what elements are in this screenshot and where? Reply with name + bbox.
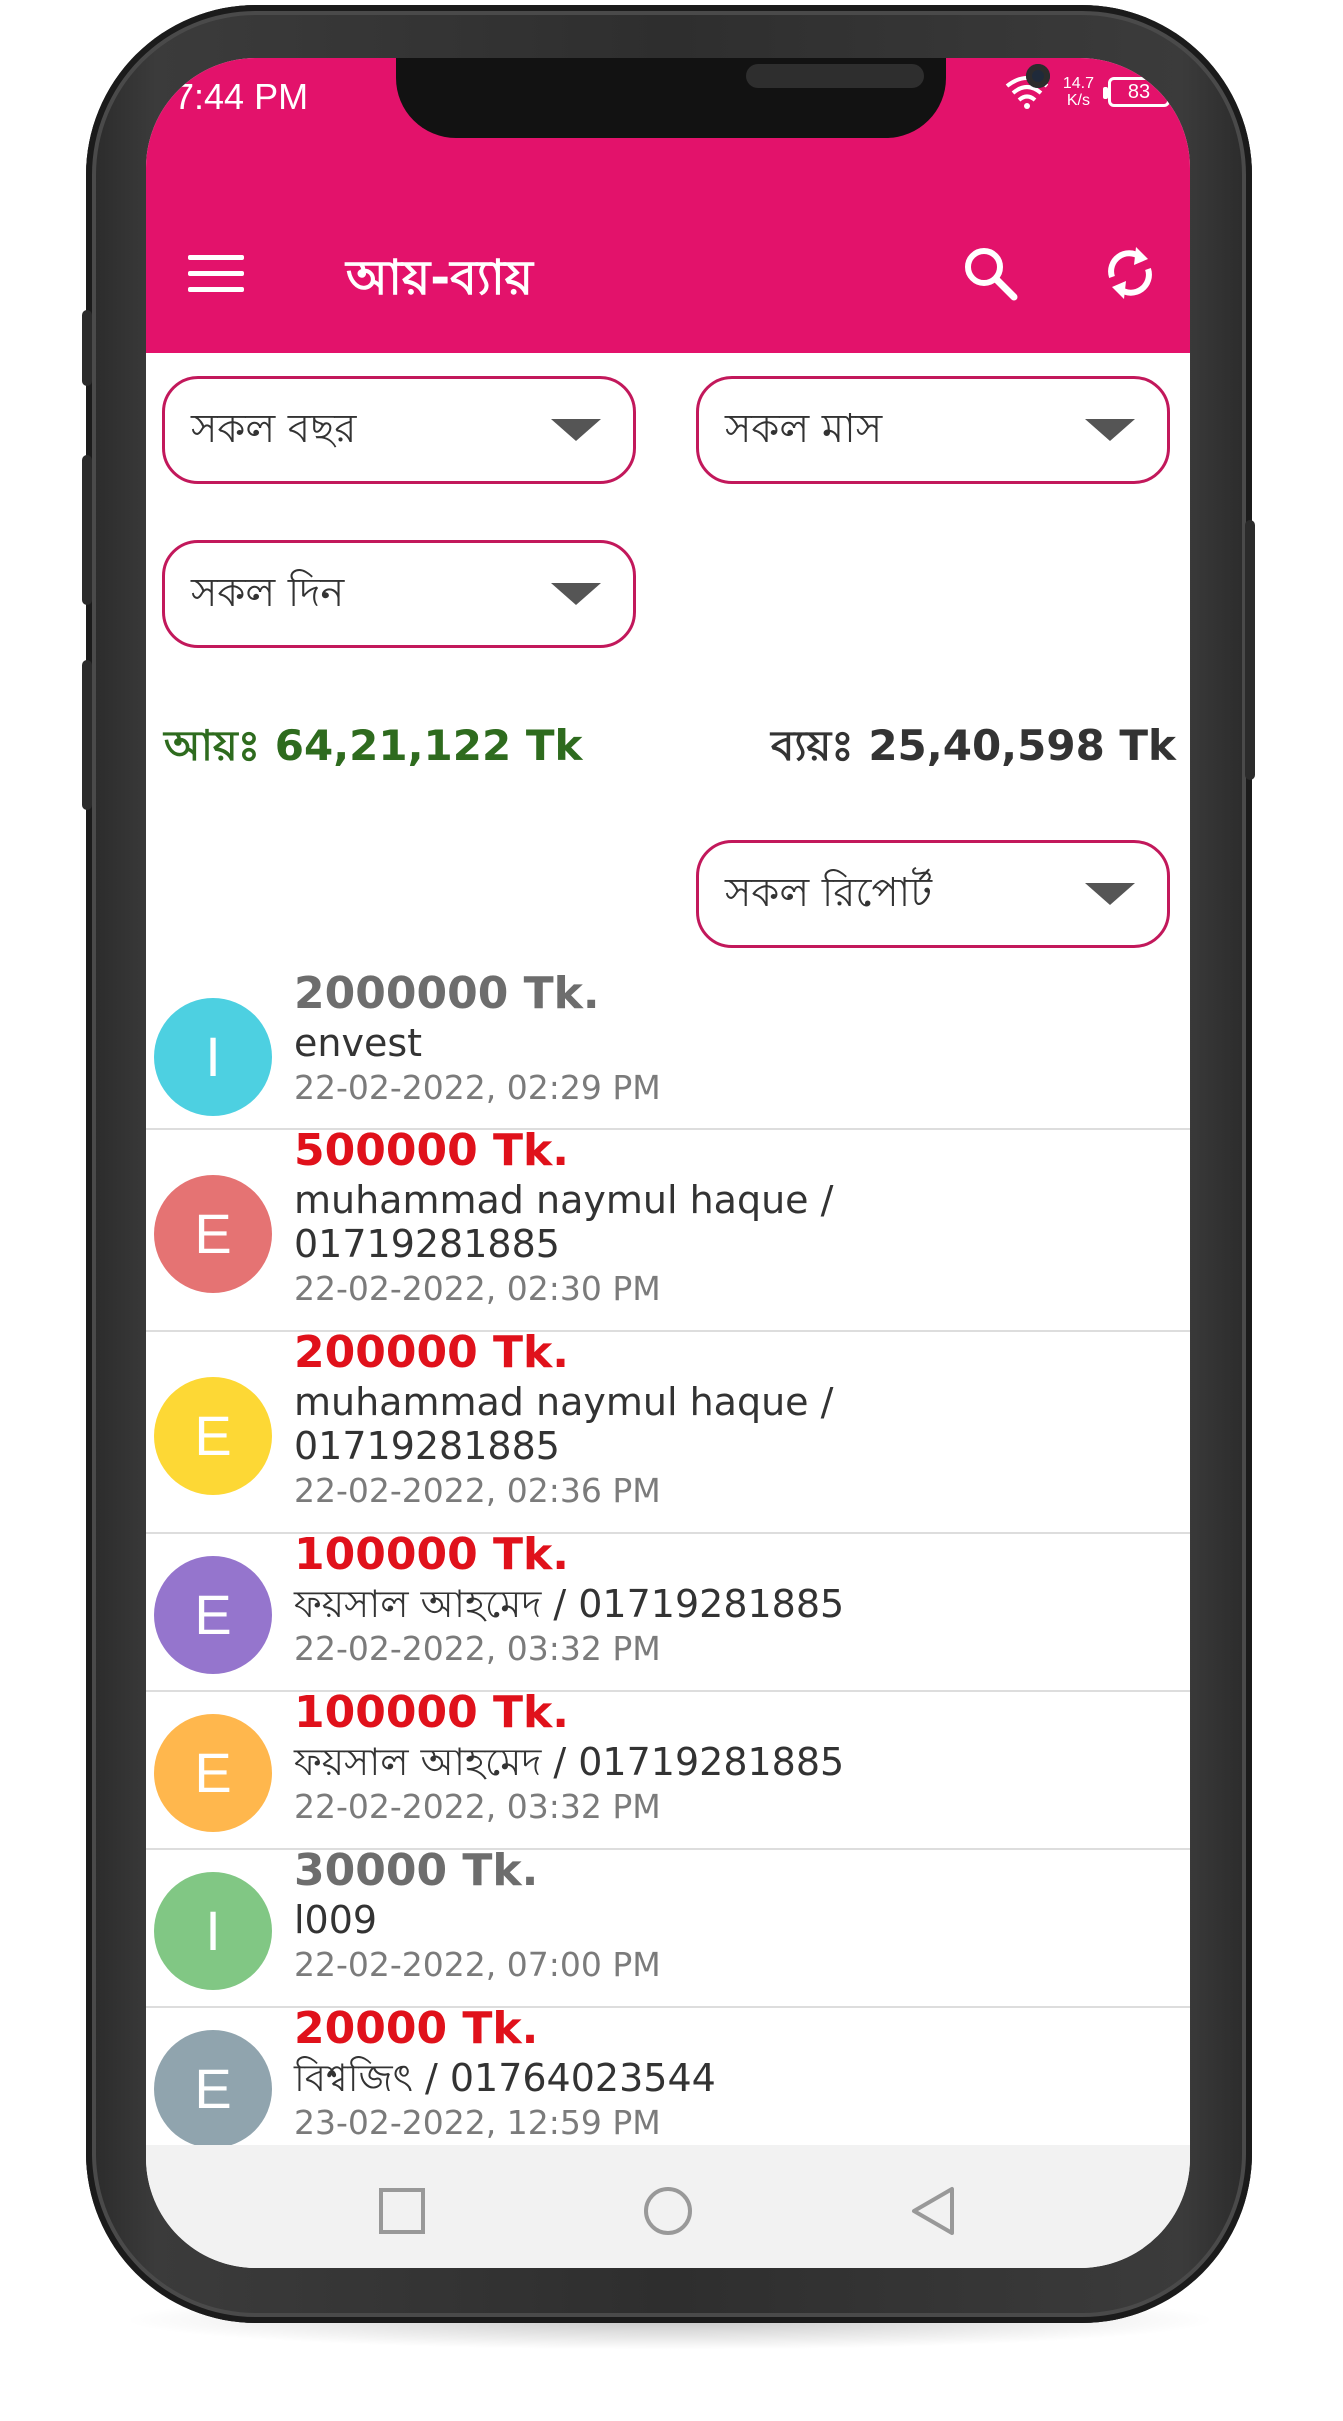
transaction-name: l009: [294, 1898, 378, 1942]
transaction-date: 22-02-2022, 02:30 PM: [294, 1269, 661, 1308]
transaction-amount: 20000 Tk.: [294, 2003, 539, 2054]
transaction-name: envest: [294, 1021, 423, 1065]
transaction-amount: 100000 Tk.: [294, 1529, 569, 1580]
transaction-phone: 01719281885: [294, 1424, 560, 1468]
chevron-down-icon: [551, 419, 601, 441]
transaction-date: 22-02-2022, 02:36 PM: [294, 1471, 661, 1510]
transaction-list: I 2000000 Tk. envest 22-02-2022, 02:29 P…: [146, 968, 1190, 2166]
app-screen: 7:44 PM 14.7 K/s 83 আয়-ব্যায় সকল বছর স…: [146, 58, 1190, 2268]
transaction-amount: 200000 Tk.: [294, 1327, 569, 1378]
transaction-date: 22-02-2022, 02:29 PM: [294, 1068, 661, 1107]
avatar: E: [154, 1377, 272, 1495]
transaction-amount: 2000000 Tk.: [294, 968, 600, 1019]
year-filter-dropdown[interactable]: সকল বছর: [162, 376, 636, 484]
transaction-amount: 30000 Tk.: [294, 1845, 539, 1896]
expense-total: ব্যয়ঃ 25,40,598 Tk: [771, 713, 1176, 784]
battery-icon: 83: [1103, 77, 1170, 107]
report-filter-dropdown[interactable]: সকল রিপোর্ট: [696, 840, 1170, 948]
expense-label: ব্যয়ঃ: [770, 721, 854, 770]
transaction-row[interactable]: I 2000000 Tk. envest 22-02-2022, 02:29 P…: [146, 968, 1190, 1130]
transaction-row[interactable]: E 100000 Tk. ফয়সাল আহমেদ / 01719281885 …: [146, 1529, 1190, 1692]
system-nav-bar: [146, 2145, 1190, 2268]
transaction-name: ফয়সাল আহমেদ / 01719281885: [294, 1582, 845, 1626]
avatar: E: [154, 2030, 272, 2148]
month-filter-dropdown[interactable]: সকল মাস: [696, 376, 1170, 484]
chevron-down-icon: [551, 583, 601, 605]
transaction-row[interactable]: E 100000 Tk. ফয়সাল আহমেদ / 01719281885 …: [146, 1687, 1190, 1850]
transaction-row[interactable]: I 30000 Tk. l009 22-02-2022, 07:00 PM: [146, 1845, 1190, 2008]
report-filter-value: সকল রিপোর্ট: [725, 869, 932, 916]
search-icon[interactable]: [960, 243, 1020, 303]
home-icon[interactable]: [642, 2185, 694, 2237]
transaction-row[interactable]: E 500000 Tk. muhammad naymul haque / 017…: [146, 1125, 1190, 1332]
phone-side-button: [82, 310, 92, 386]
transaction-amount: 100000 Tk.: [294, 1687, 569, 1738]
transaction-name: ফয়সাল আহমেদ / 01719281885: [294, 1740, 845, 1784]
month-filter-value: সকল মাস: [725, 405, 883, 452]
phone-speaker: [746, 64, 924, 88]
avatar: E: [154, 1556, 272, 1674]
hamburger-menu-icon[interactable]: [188, 255, 246, 293]
phone-volume-down-button: [82, 660, 92, 810]
network-speed: 14.7 K/s: [1063, 75, 1094, 109]
transaction-phone: 01719281885: [294, 1222, 560, 1266]
phone-power-button: [1245, 520, 1255, 780]
chevron-down-icon: [1085, 419, 1135, 441]
income-label: আয়ঃ: [164, 721, 261, 770]
back-icon[interactable]: [908, 2185, 960, 2237]
status-bar: 7:44 PM 14.7 K/s 83: [146, 58, 1190, 198]
recent-apps-icon[interactable]: [376, 2185, 428, 2237]
transaction-row[interactable]: E 200000 Tk. muhammad naymul haque / 017…: [146, 1327, 1190, 1534]
expense-value: 25,40,598 Tk: [868, 721, 1176, 770]
network-speed-unit: K/s: [1066, 92, 1090, 109]
phone-camera: [1026, 64, 1050, 88]
app-toolbar: আয়-ব্যায়: [146, 198, 1190, 353]
refresh-icon[interactable]: [1100, 243, 1160, 303]
network-speed-value: 14.7: [1062, 75, 1094, 92]
transaction-date: 22-02-2022, 03:32 PM: [294, 1787, 661, 1826]
transaction-date: 22-02-2022, 07:00 PM: [294, 1945, 661, 1984]
page-title: আয়-ব্যায়: [346, 250, 534, 306]
avatar: E: [154, 1714, 272, 1832]
day-filter-dropdown[interactable]: সকল দিন: [162, 540, 636, 648]
transaction-name: muhammad naymul haque /: [294, 1380, 834, 1424]
income-total: আয়ঃ 64,21,122 Tk: [164, 713, 582, 784]
transaction-date: 22-02-2022, 03:32 PM: [294, 1629, 661, 1668]
avatar: I: [154, 1872, 272, 1990]
phone-notch: [396, 58, 1050, 138]
transaction-name: muhammad naymul haque /: [294, 1178, 834, 1222]
transaction-amount: 500000 Tk.: [294, 1125, 569, 1176]
transaction-name: বিশ্বজিৎ / 01764023544: [294, 2056, 716, 2100]
avatar: I: [154, 998, 272, 1116]
phone-volume-up-button: [82, 455, 92, 605]
transaction-row[interactable]: E 20000 Tk. বিশ্বজিৎ / 01764023544 23-02…: [146, 2003, 1190, 2166]
chevron-down-icon: [1085, 883, 1135, 905]
status-time: 7:44 PM: [174, 76, 309, 117]
day-filter-value: সকল দিন: [191, 569, 345, 616]
battery-level: 83: [1127, 81, 1151, 103]
transaction-date: 23-02-2022, 12:59 PM: [294, 2103, 661, 2142]
avatar: E: [154, 1175, 272, 1293]
income-value: 64,21,122 Tk: [274, 721, 583, 770]
year-filter-value: সকল বছর: [191, 405, 357, 452]
